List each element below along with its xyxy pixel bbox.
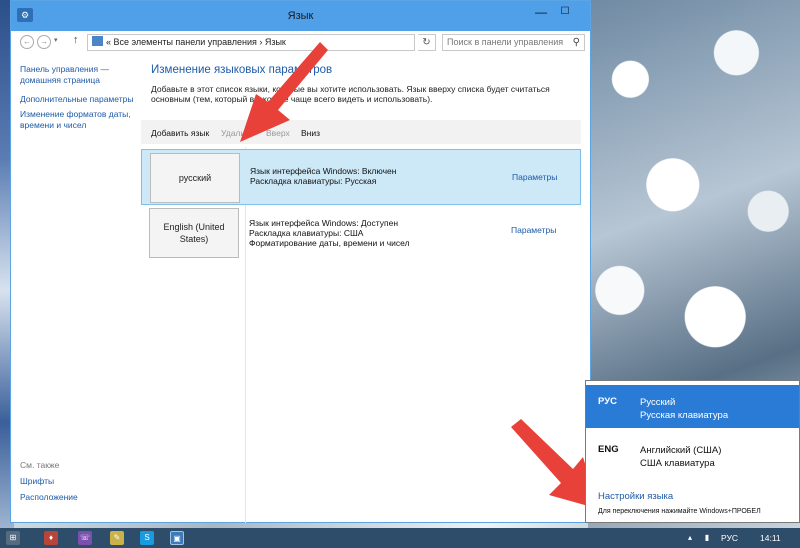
english-options-link[interactable]: Параметры — [511, 225, 556, 235]
flyout-code: ENG — [598, 444, 619, 455]
red-arrow-icon — [240, 42, 328, 142]
language-tile-english[interactable]: English (United States) — [149, 208, 239, 258]
maximize-button[interactable]: ☐ — [552, 3, 578, 21]
tray-language-indicator[interactable]: РУС — [721, 533, 738, 543]
back-arrow-icon[interactable]: ← — [20, 35, 34, 49]
flyout-keyboard: США клавиатура — [640, 458, 715, 469]
location-link[interactable]: Расположение — [20, 492, 145, 502]
recent-pages-chevron-icon[interactable]: ▾ — [54, 36, 58, 44]
sidebar-advanced-settings-link[interactable]: Дополнительные параметры — [20, 94, 145, 105]
flyout-language: Английский (США) — [640, 445, 722, 456]
flyout-name: Английский (США) США клавиатура — [640, 444, 721, 470]
flyout-language: Русский — [640, 397, 676, 408]
language-info-line: Раскладка клавиатуры: США — [249, 228, 364, 238]
language-row-russian[interactable]: русский Язык интерфейса Windows: Включен… — [141, 149, 581, 205]
network-icon[interactable]: ▮ — [700, 531, 714, 545]
search-input[interactable]: Поиск в панели управления ⚲ — [442, 34, 585, 51]
fonts-link[interactable]: Шрифты — [20, 476, 145, 486]
tray-clock[interactable]: 14:11 — [760, 533, 781, 543]
language-info-russian: Язык интерфейса Windows: Включен Расклад… — [250, 166, 396, 186]
page-description: Добавьте в этот список языки, которые вы… — [151, 84, 550, 104]
language-row-english[interactable]: English (United States) Язык интерфейса … — [141, 205, 581, 261]
sidebar-formats-link[interactable]: Изменение форматов даты, времени и чисел — [20, 109, 145, 131]
flyout-item-russian[interactable]: РУС Русский Русская клавиатура — [586, 385, 799, 428]
forward-arrow-icon[interactable]: → — [37, 35, 51, 49]
language-info-line: Язык интерфейса Windows: Включен — [250, 166, 397, 176]
control-panel-small-icon — [92, 36, 103, 46]
search-placeholder: Поиск в панели управления — [447, 37, 564, 47]
main-content: Изменение языковых параметров Добавьте в… — [141, 64, 581, 104]
language-tile-russian[interactable]: русский — [150, 153, 240, 203]
language-info-line: Язык интерфейса Windows: Доступен — [249, 218, 399, 228]
see-also-header: См. также — [20, 460, 60, 470]
up-arrow-icon[interactable]: ↑ — [73, 34, 79, 46]
language-info-line: Форматирование даты, времени и чисел — [249, 238, 410, 248]
search-icon[interactable]: ⚲ — [573, 35, 580, 50]
flyout-hint: Для переключения нажимайте Windows+ПРОБЕ… — [598, 508, 761, 515]
flyout-keyboard: Русская клавиатура — [640, 410, 729, 421]
language-info-english: Язык интерфейса Windows: Доступен Раскла… — [249, 218, 410, 248]
add-language-button[interactable]: Добавить язык — [151, 128, 209, 138]
title-bar[interactable]: ⚙ Язык — ☐ — [11, 1, 590, 31]
refresh-icon[interactable]: ↻ — [418, 34, 436, 51]
sidebar: Панель управления — домашняя страница До… — [20, 64, 145, 131]
skype-icon[interactable]: S — [140, 531, 154, 545]
window-title: Язык — [287, 10, 314, 22]
flyout-code: РУС — [598, 396, 617, 407]
sidebar-home-link[interactable]: Панель управления — домашняя страница — [20, 64, 145, 86]
flyout-name: Русский Русская клавиатура — [640, 396, 728, 422]
language-settings-link[interactable]: Настройки языка — [598, 491, 673, 502]
page-title: Изменение языковых параметров — [151, 64, 333, 76]
notepad-icon[interactable]: ✎ — [110, 531, 124, 545]
minimize-button[interactable]: — — [528, 3, 554, 21]
control-panel-task-icon[interactable]: ▣ — [170, 531, 184, 545]
viber-icon[interactable]: ☏ — [78, 531, 92, 545]
russian-options-link[interactable]: Параметры — [512, 172, 557, 182]
language-toolbar: Добавить язык Удалить Вверх Вниз — [141, 120, 581, 144]
start-icon[interactable]: ⊞ — [6, 531, 20, 545]
app-red-icon[interactable]: ♦ — [44, 531, 58, 545]
language-switcher-flyout: РУС Русский Русская клавиатура ENG Англи… — [585, 380, 800, 523]
language-info-line: Раскладка клавиатуры: Русская — [250, 176, 377, 186]
tray-arrow-icon[interactable]: ▴ — [683, 531, 697, 545]
see-also-section: См. также Шрифты Расположение — [20, 460, 145, 508]
flyout-item-english[interactable]: ENG Английский (США) США клавиатура — [586, 433, 799, 476]
taskbar: ⊞ ♦ ☏ ✎ S ▣ ▴ ▮ РУС 14:11 — [0, 528, 800, 548]
